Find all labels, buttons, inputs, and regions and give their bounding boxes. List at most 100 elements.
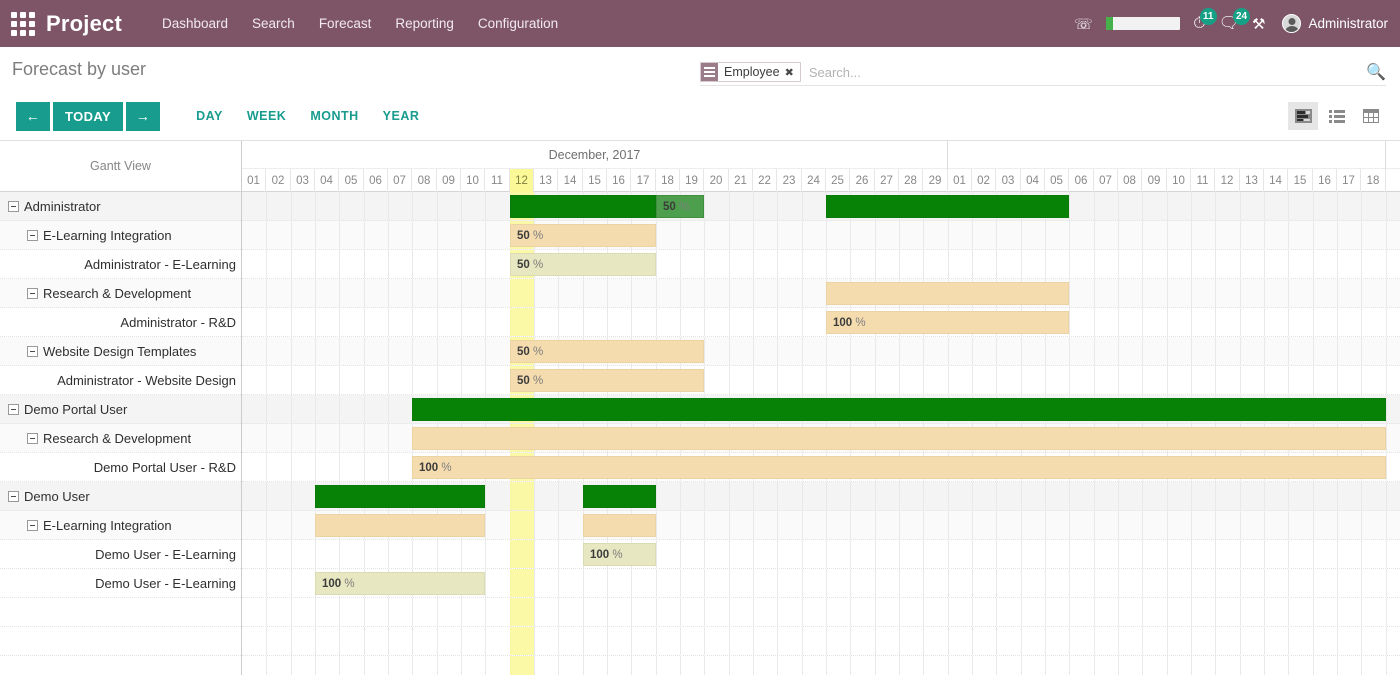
gantt-bar-rows: 50 % 50 % 50 % 100 % 50 % 50 % 100 % 100 % 100 % [242, 192, 1400, 675]
scale-month-button[interactable]: MONTH [298, 103, 370, 129]
messages-icon[interactable]: 🗨 24 [1219, 7, 1251, 32]
search-facet-employee[interactable]: Employee ✖ [700, 62, 801, 82]
previous-period-button[interactable]: ← [16, 101, 50, 131]
scale-year-button[interactable]: YEAR [371, 103, 432, 129]
gantt-timeline-row: 100 % [242, 308, 1400, 337]
gantt-row-label[interactable]: Demo User [0, 482, 241, 511]
gantt-day-header-cell: 22 [753, 169, 777, 192]
gantt-row-label[interactable]: Research & Development [0, 424, 241, 453]
gantt-bar[interactable] [315, 485, 485, 508]
gantt-bar[interactable] [826, 195, 1069, 218]
next-period-button[interactable]: → [126, 101, 161, 131]
gantt-bar[interactable] [583, 514, 656, 537]
activity-icon[interactable]: ⏱ 11 [1193, 7, 1217, 32]
gantt-row-label[interactable]: Administrator [0, 192, 241, 221]
collapse-toggle-icon[interactable] [8, 200, 19, 212]
tools-icon[interactable]: ⚒ [1252, 15, 1265, 33]
gantt-day-header-cell: 16 [607, 169, 631, 192]
nav-item-configuration[interactable]: Configuration [466, 10, 570, 37]
gantt-bar[interactable]: 50 % [510, 253, 656, 276]
gantt-row-label-text: Administrator - E-Learning [84, 256, 236, 272]
gantt-month-header: December, 2017 [242, 141, 1400, 169]
gantt-row-label[interactable]: Demo User - E-Learning [0, 540, 241, 569]
gantt-day-header-cell: 23 [777, 169, 802, 192]
gantt-row-label[interactable]: Administrator - Website Design [0, 366, 241, 395]
grid-view-button[interactable] [1356, 102, 1386, 130]
gantt-bar[interactable]: 50 % [656, 195, 704, 218]
phone-icon[interactable]: ☏ [1074, 15, 1093, 33]
gantt-day-header-cell: 14 [558, 169, 583, 192]
gantt-bar-percent-label: 100 % [419, 462, 452, 474]
collapse-toggle-icon[interactable] [8, 403, 19, 415]
gantt-grid-lines [242, 627, 1400, 655]
collapse-toggle-icon[interactable] [8, 490, 19, 502]
gantt-row-label-text: Administrator - Website Design [57, 372, 236, 388]
gantt-day-header-cell: 09 [1142, 169, 1167, 192]
gantt-row-label-text: Demo User - E-Learning [95, 546, 236, 562]
gantt-row-label[interactable]: E-Learning Integration [0, 221, 241, 250]
gantt-bar[interactable] [826, 282, 1069, 305]
gantt-day-header-cell: 02 [266, 169, 291, 192]
gantt-row-label-text: Demo User - E-Learning [95, 575, 236, 591]
gantt-row-label[interactable]: Website Design Templates [0, 337, 241, 366]
gantt-day-header-cell: 11 [1191, 169, 1215, 192]
today-button[interactable]: TODAY [53, 101, 124, 131]
gantt-view-button[interactable] [1288, 102, 1318, 130]
nav-item-forecast[interactable]: Forecast [307, 10, 384, 37]
gantt-bar[interactable] [412, 398, 1386, 421]
gantt-row-label[interactable]: Demo User - E-Learning [0, 569, 241, 598]
gantt-month-label: December, 2017 [242, 141, 948, 169]
gantt-bar[interactable]: 100 % [412, 456, 1386, 479]
gantt-bar[interactable]: 100 % [583, 543, 656, 566]
gantt-day-header-cell: 16 [1313, 169, 1337, 192]
gantt-row-label[interactable]: Research & Development [0, 279, 241, 308]
scale-day-button[interactable]: DAY [184, 103, 235, 129]
search-input[interactable] [806, 63, 1361, 81]
collapse-toggle-icon[interactable] [27, 229, 38, 241]
date-navigation-group: ← TODAY → [16, 101, 161, 131]
collapse-toggle-icon[interactable] [27, 287, 38, 299]
gantt-timeline-row: 100 % [242, 540, 1400, 569]
collapse-toggle-icon[interactable] [27, 519, 38, 531]
close-icon[interactable]: ✖ [785, 66, 800, 79]
today-highlight-column [510, 540, 534, 568]
gantt-grid-lines [242, 250, 1400, 278]
gantt-timeline-pane: December, 2017 01 02 03 04 05 06 07 08 09 10 11 12 1… [242, 141, 1400, 675]
gantt-row-label[interactable]: Demo Portal User - R&D [0, 453, 241, 482]
nav-item-search[interactable]: Search [240, 10, 307, 37]
gantt-row-label[interactable]: Administrator - R&D [0, 308, 241, 337]
gantt-row-label[interactable]: Demo Portal User [0, 395, 241, 424]
gantt-bar[interactable]: 100 % [315, 572, 485, 595]
search-icon[interactable]: 🔍 [1360, 62, 1386, 82]
gantt-bar[interactable] [412, 427, 1386, 450]
gantt-bar-percent-label: 100 % [833, 317, 866, 329]
gantt-bar[interactable]: 50 % [510, 340, 704, 363]
user-menu[interactable]: Administrator [1282, 14, 1388, 33]
collapse-toggle-icon[interactable] [27, 432, 38, 444]
gantt-empty-row-label [0, 656, 241, 675]
gantt-day-header: 01 02 03 04 05 06 07 08 09 10 11 12 13 14 15 16 17 18 19 20… [242, 169, 1400, 192]
gantt-bar[interactable]: 50 % [510, 224, 656, 247]
nav-item-reporting[interactable]: Reporting [383, 10, 466, 37]
apps-grid-icon[interactable] [10, 11, 36, 37]
gantt-bar[interactable]: 50 % [510, 369, 704, 392]
gantt-row-label[interactable]: E-Learning Integration [0, 511, 241, 540]
gantt-timeline-row [242, 511, 1400, 540]
gantt-day-header-cell: 13 [1240, 169, 1264, 192]
gantt-day-header-cell: 12 [510, 169, 534, 192]
gantt-row-label[interactable]: Administrator - E-Learning [0, 250, 241, 279]
gantt-day-header-cell: 10 [1167, 169, 1191, 192]
gantt-timeline-row [242, 627, 1400, 656]
gantt-bar[interactable] [583, 485, 656, 508]
collapse-toggle-icon[interactable] [27, 345, 38, 357]
gantt-day-header-cell: 17 [631, 169, 656, 192]
gantt-bar[interactable] [315, 514, 485, 537]
gantt-grid-lines [242, 337, 1400, 365]
gantt-bar[interactable]: 100 % [826, 311, 1069, 334]
nav-item-dashboard[interactable]: Dashboard [150, 10, 240, 37]
list-view-button[interactable] [1322, 102, 1352, 130]
gantt-day-header-cell: 15 [583, 169, 607, 192]
gantt-bar[interactable] [510, 195, 656, 218]
scale-week-button[interactable]: WEEK [235, 103, 299, 129]
gantt-timeline-row [242, 598, 1400, 627]
